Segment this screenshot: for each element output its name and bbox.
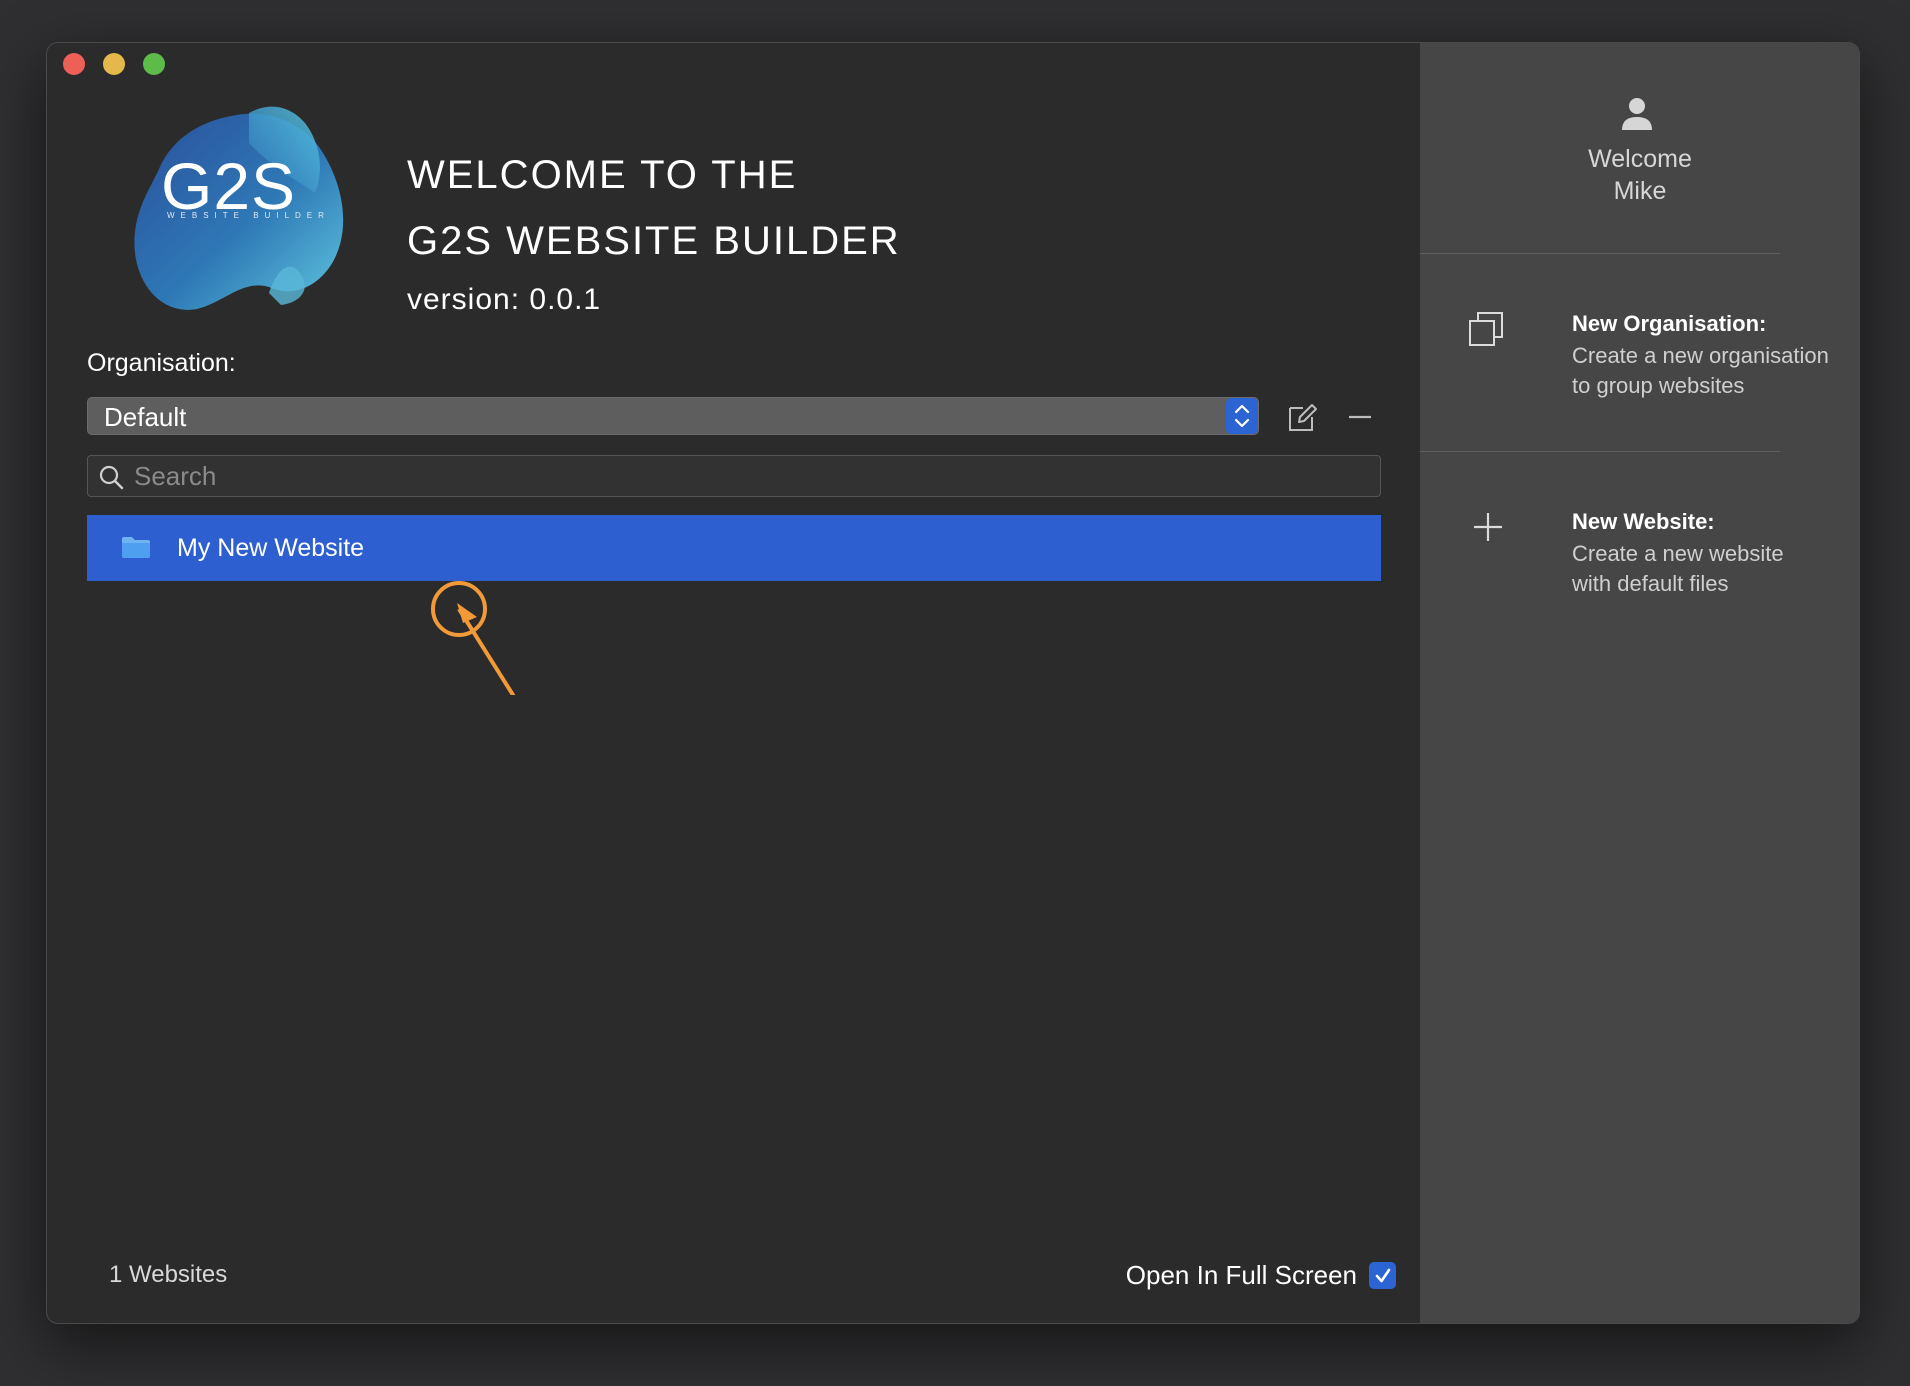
organisation-label: Organisation: bbox=[87, 349, 236, 377]
plus-icon bbox=[1474, 513, 1502, 541]
organisation-selected-value: Default bbox=[104, 402, 187, 432]
organisation-select[interactable]: Default bbox=[87, 397, 1259, 435]
new-website-desc-line2: with default files bbox=[1572, 571, 1729, 596]
search-icon bbox=[99, 465, 124, 490]
app-window: G2S WEBSITE BUILDER WELCOME TO THE G2S W… bbox=[46, 42, 1860, 1324]
new-organisation-desc-line2: to group websites bbox=[1572, 373, 1745, 398]
checkmark-icon bbox=[1375, 1268, 1390, 1282]
main-panel: G2S WEBSITE BUILDER WELCOME TO THE G2S W… bbox=[47, 43, 1420, 1323]
new-website-description: Create a new website with default files bbox=[1572, 539, 1859, 599]
version-label: version: 0.0.1 bbox=[407, 283, 602, 316]
sidebar: Welcome Mike New Organisation: Create a … bbox=[1420, 43, 1859, 1323]
minus-icon bbox=[1349, 415, 1371, 419]
welcome-heading-line1: WELCOME TO THE bbox=[407, 153, 798, 197]
duplicate-icon bbox=[1469, 312, 1503, 346]
edit-icon bbox=[1289, 404, 1317, 431]
new-organisation-description: Create a new organisation to group websi… bbox=[1572, 341, 1859, 401]
new-website-desc-line1: Create a new website bbox=[1572, 541, 1784, 566]
folder-icon bbox=[122, 537, 150, 558]
sidebar-divider bbox=[1420, 451, 1780, 452]
search-input[interactable] bbox=[134, 459, 1364, 493]
search-field[interactable] bbox=[87, 455, 1381, 497]
website-list-item[interactable]: My New Website bbox=[87, 515, 1381, 581]
new-organisation-title: New Organisation: bbox=[1572, 311, 1767, 336]
sidebar-divider bbox=[1420, 253, 1780, 254]
user-icon bbox=[1622, 98, 1652, 130]
sidebar-welcome-text: Welcome bbox=[1588, 145, 1692, 173]
sidebar-user-name: Mike bbox=[1613, 177, 1667, 205]
welcome-heading-line2: G2S WEBSITE BUILDER bbox=[407, 219, 901, 263]
remove-organisation-button[interactable] bbox=[1343, 400, 1377, 434]
fullscreen-checkbox[interactable] bbox=[1369, 1262, 1396, 1289]
new-website-title: New Website: bbox=[1572, 509, 1715, 534]
fullscreen-option[interactable]: Open In Full Screen bbox=[1126, 1260, 1396, 1291]
edit-organisation-button[interactable] bbox=[1285, 400, 1319, 434]
fullscreen-label: Open In Full Screen bbox=[1125, 1260, 1357, 1290]
new-organisation-desc-line1: Create a new organisation bbox=[1572, 343, 1829, 368]
website-count: 1 Websites bbox=[109, 1261, 228, 1288]
website-name: My New Website bbox=[177, 534, 365, 562]
logo-subtext: WEBSITE BUILDER bbox=[167, 211, 330, 220]
select-stepper-icon bbox=[1226, 398, 1258, 434]
